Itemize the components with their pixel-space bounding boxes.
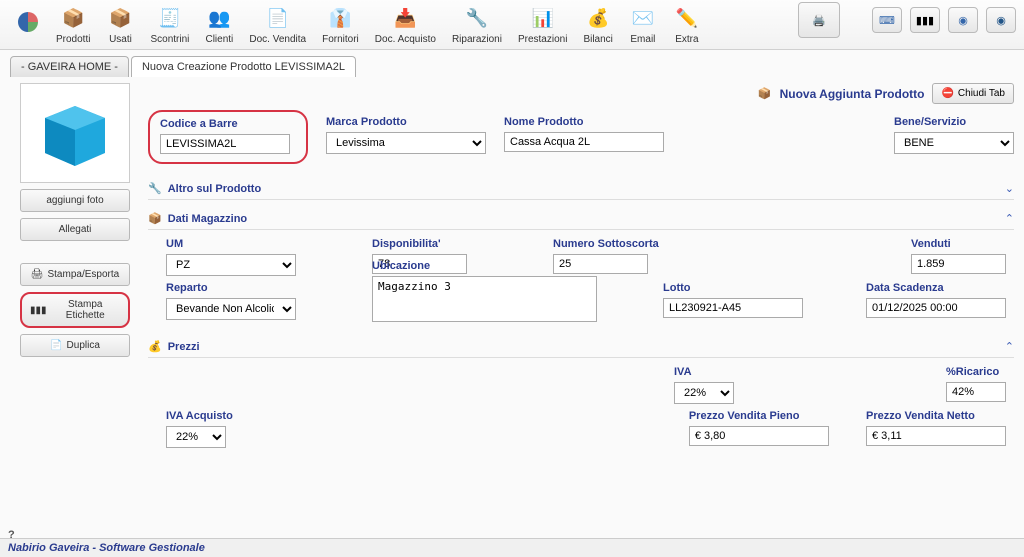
attachments-button[interactable]: Allegati — [20, 218, 130, 241]
toolbar-fornitori[interactable]: 👔Fornitori — [314, 2, 367, 47]
toolbar-email[interactable]: ✉️Email — [621, 2, 665, 47]
pvp-input[interactable] — [689, 426, 829, 446]
box-header-icon: 📦 — [758, 87, 772, 100]
type-select[interactable]: BENE — [894, 132, 1014, 154]
pvp-label: Prezzo Vendita Pieno — [689, 410, 829, 422]
tab-bar: - GAVEIRA HOME - Nuova Creazione Prodott… — [0, 50, 1024, 77]
barcode-button[interactable]: ▮▮▮ — [910, 7, 940, 33]
tab-current[interactable]: Nuova Creazione Prodotto LEVISSIMA2L — [131, 56, 356, 77]
pvn-input[interactable] — [866, 426, 1006, 446]
print-labels-button[interactable]: ▮▮▮Stampa Etichette — [20, 292, 130, 328]
toolbar-chart-icon[interactable] — [8, 2, 48, 36]
toolbar-doc-acquisto[interactable]: 📥Doc. Acquisto — [367, 2, 444, 47]
reparto-label: Reparto — [166, 282, 296, 294]
pvn-label: Prezzo Vendita Netto — [866, 410, 1006, 422]
ubic-label: Ubicazione — [372, 260, 597, 272]
iva-label: IVA — [674, 366, 734, 378]
iva-select[interactable]: 22% — [674, 382, 734, 404]
barcode-icon: ▮▮▮ — [30, 305, 47, 316]
ricarico-label: %Ricarico — [946, 366, 1006, 378]
chevron-up-icon[interactable]: ⌃ — [1005, 212, 1014, 225]
iva-acq-label: IVA Acquisto — [166, 410, 233, 422]
add-photo-button[interactable]: aggiungi foto — [20, 189, 130, 212]
scadenza-input[interactable] — [866, 298, 1006, 318]
close-icon: ⛔ — [941, 88, 953, 99]
footer-text: Nabirio Gaveira - Software Gestionale — [0, 538, 1024, 557]
warehouse-icon: 📦 — [148, 212, 162, 225]
type-label: Bene/Servizio — [894, 116, 1014, 128]
ricarico-input[interactable] — [946, 382, 1006, 402]
toolbar-bilanci[interactable]: 💰Bilanci — [575, 2, 620, 47]
um-label: UM — [166, 238, 296, 250]
barcode-field-group: Codice a Barre — [148, 110, 308, 164]
pie-chart-icon — [16, 10, 40, 34]
close-tab-button[interactable]: ⛔ Chiudi Tab — [932, 83, 1014, 104]
sotto-label: Numero Sottoscorta — [553, 238, 659, 250]
printer-icon: 🖨 — [31, 269, 44, 280]
toolbar-prodotti[interactable]: 📦Prodotti — [48, 2, 98, 47]
um-select[interactable]: PZ — [166, 254, 296, 276]
lotto-label: Lotto — [663, 282, 803, 294]
duplicate-button[interactable]: 📄Duplica — [20, 334, 130, 357]
toolbar-extra[interactable]: ✏️Extra — [665, 2, 709, 47]
chevron-down-icon[interactable]: ⌄ — [1005, 182, 1014, 195]
barcode-label: Codice a Barre — [160, 118, 290, 130]
brand-select[interactable]: Levissima — [326, 132, 486, 154]
main-toolbar: 📦Prodotti 📦Usati 🧾Scontrini 👥Clienti 📄Do… — [0, 0, 1024, 50]
circle-button-1[interactable]: ◉ — [948, 7, 978, 33]
disp-label: Disponibilita' — [372, 238, 467, 250]
scadenza-label: Data Scadenza — [866, 282, 1006, 294]
name-label: Nome Prodotto — [504, 116, 664, 128]
tab-home[interactable]: - GAVEIRA HOME - — [10, 56, 129, 77]
brand-label: Marca Prodotto — [326, 116, 486, 128]
chevron-up-icon-2[interactable]: ⌃ — [1005, 340, 1014, 353]
product-image — [20, 83, 130, 183]
wrench-icon: 🔧 — [148, 182, 162, 195]
reparto-select[interactable]: Bevande Non Alcoliche — [166, 298, 296, 320]
lotto-input[interactable] — [663, 298, 803, 318]
toolbar-clienti[interactable]: 👥Clienti — [197, 2, 241, 47]
toolbar-riparazioni[interactable]: 🔧Riparazioni — [444, 2, 510, 47]
toolbar-prestazioni[interactable]: 📊Prestazioni — [510, 2, 575, 47]
box-icon — [35, 98, 115, 168]
toolbar-scontrini[interactable]: 🧾Scontrini — [142, 2, 197, 47]
iva-acq-select[interactable]: 22% — [166, 426, 226, 448]
barcode-input[interactable] — [160, 134, 290, 154]
page-title: Nuova Aggiunta Prodotto — [780, 87, 925, 101]
print-export-button[interactable]: 🖨Stampa/Esporta — [20, 263, 130, 286]
section-more-title: Altro sul Prodotto — [168, 183, 262, 195]
name-input[interactable] — [504, 132, 664, 152]
venduti-input[interactable] — [911, 254, 1006, 274]
money-icon: 💰 — [148, 340, 162, 353]
keyboard-button[interactable]: ⌨ — [872, 7, 902, 33]
toolbar-doc-vendita[interactable]: 📄Doc. Vendita — [241, 2, 314, 47]
ubic-input[interactable]: Magazzino 3 — [372, 276, 597, 322]
print-button[interactable]: 🖨️ — [798, 2, 840, 38]
venduti-label: Venduti — [911, 238, 1006, 250]
copy-icon: 📄 — [50, 340, 62, 351]
section-warehouse-title: Dati Magazzino — [168, 213, 247, 225]
section-prices-title: Prezzi — [168, 341, 200, 353]
toolbar-usati[interactable]: 📦Usati — [98, 2, 142, 47]
circle-button-2[interactable]: ◉ — [986, 7, 1016, 33]
